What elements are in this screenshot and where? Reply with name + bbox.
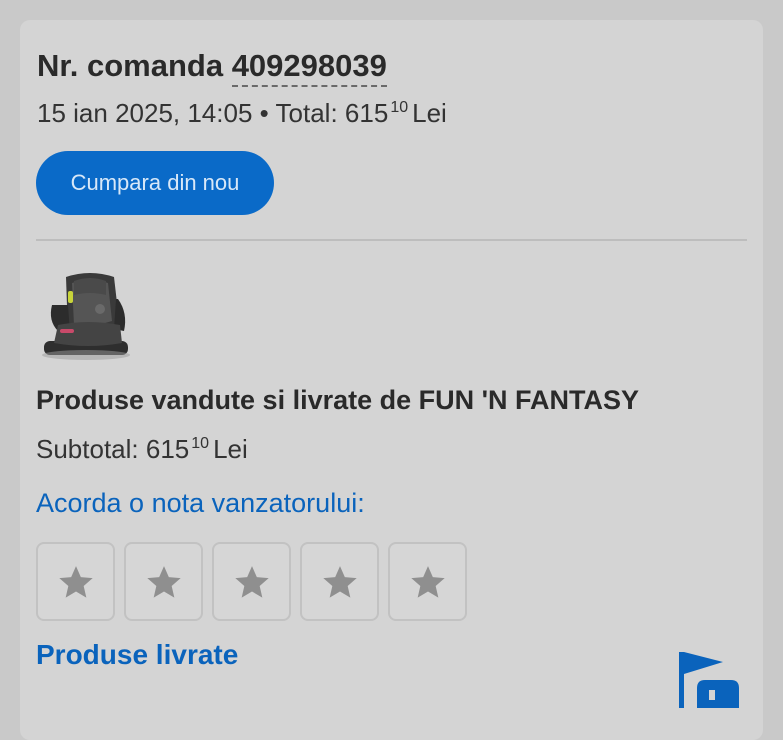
star-icon	[234, 565, 269, 598]
order-title: Nr. comanda 409298039	[37, 48, 387, 87]
star-icon	[410, 565, 445, 598]
star-button-1[interactable]	[36, 542, 115, 621]
order-card: Nr. comanda 409298039 15 ian 2025, 14:05…	[20, 20, 763, 740]
total-label: Total:	[275, 98, 338, 128]
car-seat-image	[42, 273, 130, 360]
meta-separator: •	[259, 98, 269, 128]
total-cents: 10	[390, 99, 409, 116]
star-icon	[322, 565, 357, 598]
subtotal: Subtotal: 615 10 Lei	[36, 434, 248, 465]
star-button-4[interactable]	[300, 542, 379, 621]
star-rating	[36, 542, 467, 621]
delivered-products-label: Produse livrate	[36, 639, 239, 670]
flag-truck-icon	[679, 652, 739, 708]
star-icon	[146, 565, 181, 598]
order-date: 15 ian 2025, 14:05	[37, 98, 253, 128]
total-amount: 615	[344, 98, 389, 128]
total-currency: Lei	[412, 98, 447, 128]
star-icon	[58, 565, 93, 598]
seller-line: Produse vandute si livrate de FUN 'N FAN…	[36, 385, 640, 415]
product-thumbnail[interactable]	[38, 269, 134, 365]
subtotal-amount: 615	[145, 434, 190, 464]
subtotal-cents: 10	[191, 435, 210, 452]
divider	[36, 239, 747, 241]
order-meta: 15 ian 2025, 14:05 • Total: 615 10 Lei	[37, 98, 447, 129]
rate-seller-label: Acorda o nota vanzatorului:	[36, 488, 365, 518]
subtotal-currency: Lei	[213, 434, 248, 464]
star-button-5[interactable]	[388, 542, 467, 621]
star-button-3[interactable]	[212, 542, 291, 621]
star-button-2[interactable]	[124, 542, 203, 621]
order-title-prefix: Nr. comanda	[37, 48, 224, 83]
rebuy-button[interactable]: Cumpara din nou	[36, 151, 274, 215]
order-number-link[interactable]: 409298039	[231, 48, 387, 87]
subtotal-label: Subtotal:	[36, 434, 139, 464]
